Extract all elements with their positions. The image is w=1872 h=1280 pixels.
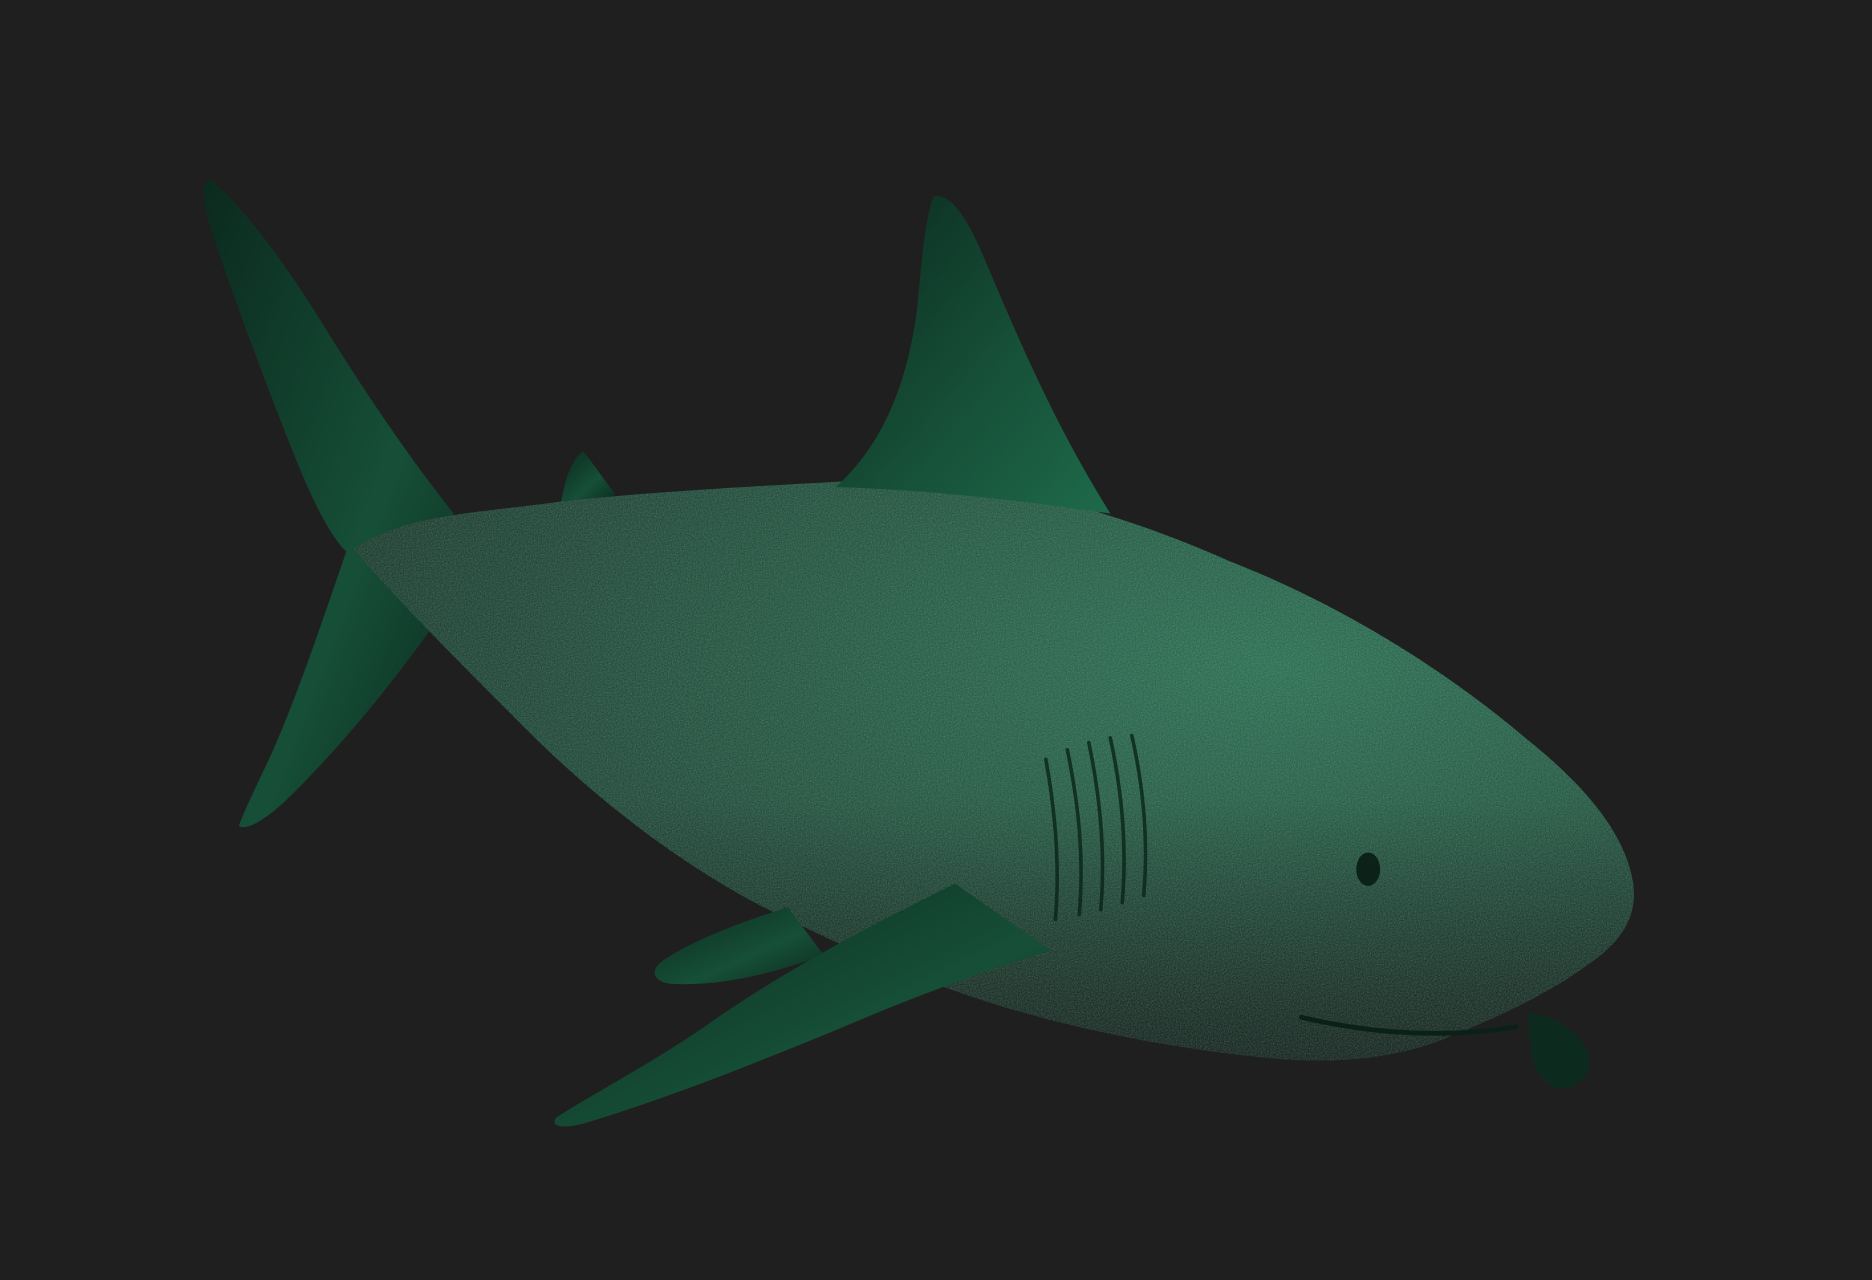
eye	[1356, 852, 1381, 886]
shark-render	[0, 0, 1872, 1280]
viewport-canvas	[0, 0, 1872, 1280]
